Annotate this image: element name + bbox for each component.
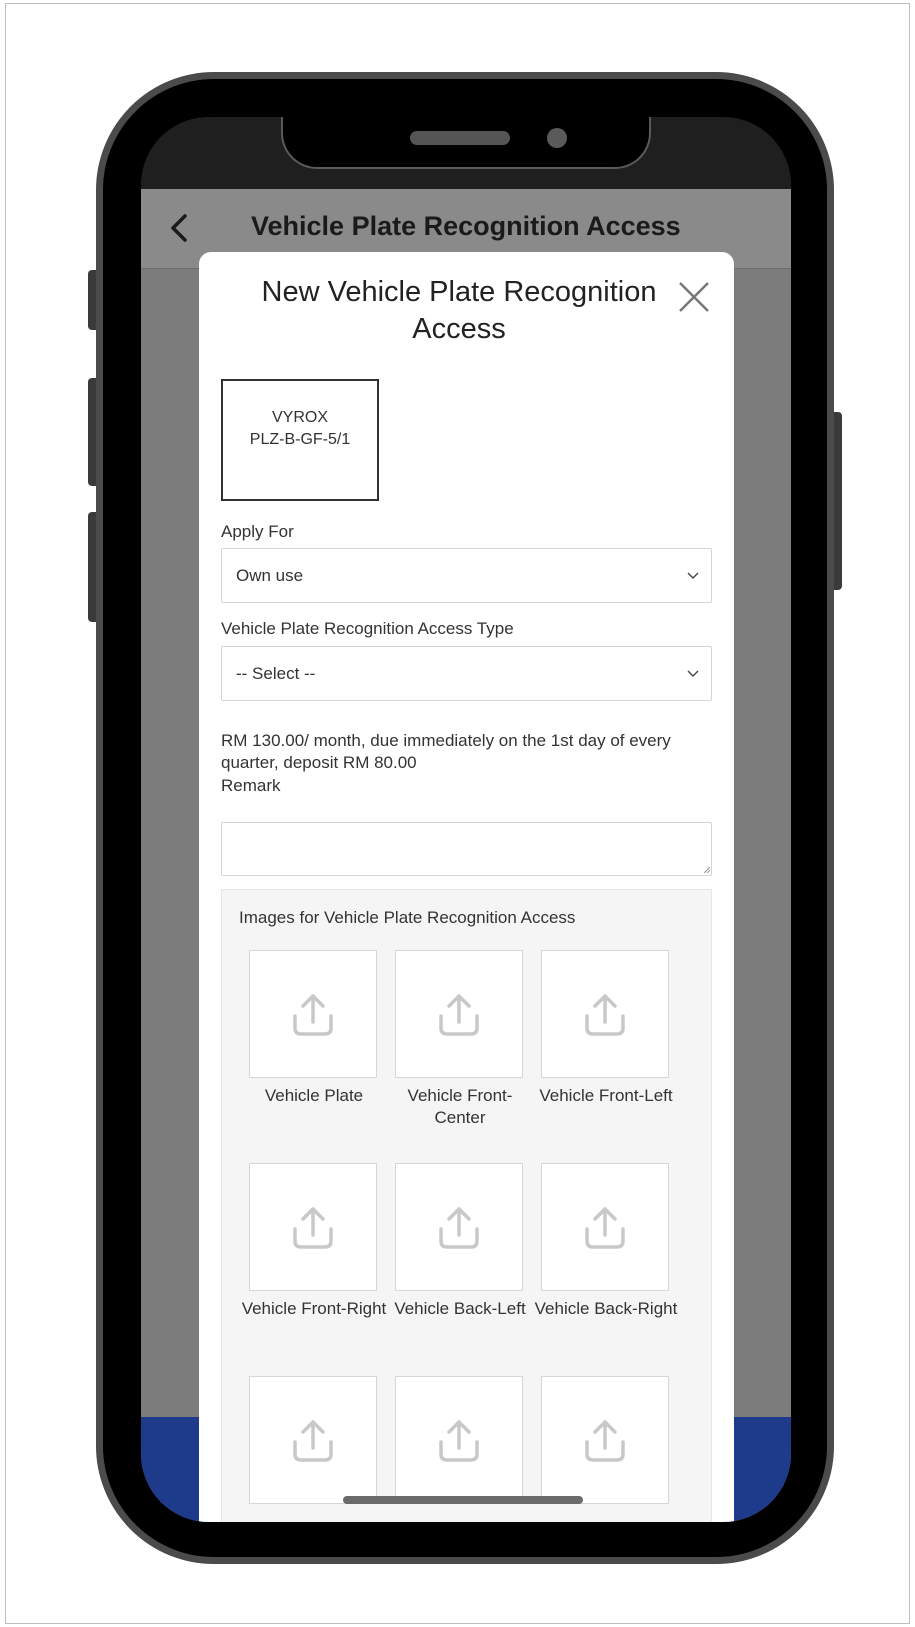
- apply-for-select[interactable]: Own use: [221, 548, 712, 603]
- upload-icon: [293, 1420, 333, 1462]
- upload-icon: [293, 1207, 333, 1249]
- upload-icon: [293, 994, 333, 1036]
- upload-icon: [439, 1207, 479, 1249]
- upload-button[interactable]: [541, 1163, 669, 1291]
- back-arrow-icon[interactable]: [167, 213, 191, 243]
- remark-label: Remark: [221, 776, 281, 795]
- unit-name: VYROX: [271, 409, 328, 426]
- phone-screen: Vehicle Plate Recognition Access New Veh…: [141, 117, 791, 1522]
- upload-button[interactable]: [541, 950, 669, 1078]
- front-camera: [547, 128, 567, 148]
- upload-button[interactable]: [395, 1163, 523, 1291]
- upload-label: Vehicle Plate: [264, 1086, 364, 1105]
- close-icon[interactable]: [677, 280, 711, 314]
- upload-button[interactable]: [249, 950, 377, 1078]
- upload-button[interactable]: [541, 1376, 669, 1504]
- upload-label: Vehicle Back-Left: [394, 1299, 526, 1318]
- home-indicator: [343, 1496, 583, 1504]
- resize-grip-icon[interactable]: [704, 867, 710, 873]
- upload-icon: [585, 1420, 625, 1462]
- upload-icon: [439, 994, 479, 1036]
- upload-label: Vehicle Front-Center: [407, 1086, 513, 1127]
- upload-label: Vehicle Front-Right: [241, 1299, 387, 1318]
- remark-input[interactable]: [221, 822, 712, 876]
- price-note: RM 130.00/ month, due immediately on the…: [221, 731, 671, 772]
- upload-icon: [439, 1420, 479, 1462]
- speaker-grille: [410, 131, 510, 145]
- upload-label: Vehicle Back-Right: [534, 1299, 678, 1318]
- access-type-label: Vehicle Plate Recognition Access Type: [221, 619, 514, 638]
- images-panel: Images for Vehicle Plate Recognition Acc…: [221, 889, 712, 1522]
- upload-icon: [585, 1207, 625, 1249]
- chevron-down-icon: [687, 670, 699, 677]
- unit-code: PLZ-B-GF-5/1: [249, 431, 351, 448]
- access-type-select[interactable]: -- Select --: [221, 646, 712, 701]
- modal-title: New Vehicle Plate Recognition Access: [261, 276, 657, 345]
- upload-button[interactable]: [395, 950, 523, 1078]
- upload-label: Vehicle Front-Left: [539, 1086, 673, 1105]
- new-access-modal: New Vehicle Plate Recognition Access VYR…: [199, 252, 734, 1522]
- phone-notch: [281, 117, 651, 169]
- upload-button[interactable]: [249, 1163, 377, 1291]
- access-type-value: -- Select --: [236, 664, 316, 683]
- apply-for-label: Apply For: [221, 522, 294, 541]
- images-section-title: Images for Vehicle Plate Recognition Acc…: [239, 908, 576, 927]
- upload-icon: [585, 994, 625, 1036]
- page-title: Vehicle Plate Recognition Access: [251, 211, 681, 241]
- chevron-down-icon: [687, 572, 699, 579]
- upload-button[interactable]: [395, 1376, 523, 1504]
- unit-card: VYROX PLZ-B-GF-5/1: [221, 379, 379, 501]
- upload-button[interactable]: [249, 1376, 377, 1504]
- apply-for-value: Own use: [236, 566, 304, 585]
